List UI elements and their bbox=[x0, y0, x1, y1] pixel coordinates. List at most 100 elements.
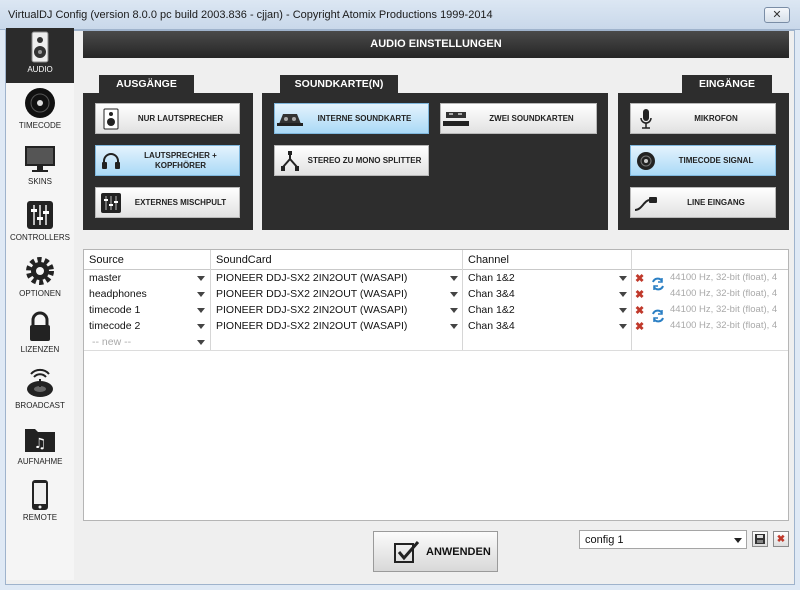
channel-cell[interactable]: Chan 3&4 bbox=[468, 320, 608, 334]
sidebar-item-lizenzen[interactable]: LIZENZEN bbox=[6, 308, 74, 363]
cable-icon bbox=[631, 188, 661, 217]
sidebar-item-timecode[interactable]: TIMECODE bbox=[6, 84, 74, 139]
format-info: 44100 Hz, 32-bit (float), 4 bbox=[670, 320, 778, 331]
source-dropdown-arrow[interactable] bbox=[197, 292, 205, 297]
window-titlebar: VirtualDJ Config (version 8.0.0 pc build… bbox=[0, 0, 800, 30]
soundcard-dropdown-arrow[interactable] bbox=[450, 292, 458, 297]
channel-cell[interactable]: Chan 1&2 bbox=[468, 304, 608, 318]
inputs-panel: MIKROFON TIMECODE SIGNAL LINE EINGANG bbox=[618, 93, 789, 230]
sidebar-item-broadcast[interactable]: BROADCAST bbox=[6, 364, 74, 419]
close-icon: ✖ bbox=[776, 533, 786, 545]
two-cards-icon bbox=[441, 104, 471, 133]
splitter-cable-icon bbox=[275, 146, 305, 175]
sidebar-item-skins[interactable]: SKINS bbox=[6, 140, 74, 195]
line-eingang-button[interactable]: LINE EINGANG bbox=[630, 187, 776, 218]
monitor-icon bbox=[25, 146, 55, 172]
channel-dropdown-arrow[interactable] bbox=[619, 308, 627, 313]
soundcard-dropdown-arrow[interactable] bbox=[450, 308, 458, 313]
lock-icon bbox=[30, 311, 50, 341]
sidebar-item-label: AUFNAHME bbox=[17, 457, 63, 466]
delete-icon[interactable]: ✖ bbox=[635, 304, 644, 317]
channel-dropdown-arrow[interactable] bbox=[619, 276, 627, 281]
outputs-panel: NUR LAUTSPRECHER LAUTSPRECHER + KOPFHÖRE… bbox=[83, 93, 253, 230]
delete-config-button[interactable]: ✖ bbox=[773, 531, 789, 547]
sidebar-item-label: LIZENZEN bbox=[20, 345, 60, 354]
button-label: TIMECODE SIGNAL bbox=[678, 155, 754, 165]
sidebar-item-label: AUDIO bbox=[27, 65, 53, 74]
channel-dropdown-arrow[interactable] bbox=[619, 292, 627, 297]
sidebar-item-label: CONTROLLERS bbox=[9, 233, 70, 242]
source-dropdown-arrow[interactable] bbox=[197, 324, 205, 329]
channel-cell[interactable]: Chan 3&4 bbox=[468, 288, 608, 302]
channel-cell[interactable]: Chan 1&2 bbox=[468, 272, 608, 286]
format-info: 44100 Hz, 32-bit (float), 4 bbox=[670, 272, 778, 283]
lautsprecher-kopfhoerer-button[interactable]: LAUTSPRECHER + KOPFHÖRER bbox=[95, 145, 240, 176]
nur-lautsprecher-button[interactable]: NUR LAUTSPRECHER bbox=[95, 103, 240, 134]
timecode-signal-button[interactable]: TIMECODE SIGNAL bbox=[630, 145, 776, 176]
sliders-icon bbox=[27, 201, 53, 229]
sidebar-item-label: OPTIONEN bbox=[19, 289, 61, 298]
soundcard-dropdown-arrow[interactable] bbox=[450, 276, 458, 281]
sidebar-item-label: TIMECODE bbox=[18, 121, 62, 130]
record-folder-icon: ♫ bbox=[25, 429, 55, 452]
new-source-cell[interactable]: -- new -- bbox=[92, 336, 192, 350]
apply-button[interactable]: ANWENDEN bbox=[373, 531, 498, 572]
sidebar-item-aufnahme[interactable]: ♫ AUFNAHME bbox=[6, 420, 74, 475]
channel-dropdown-arrow[interactable] bbox=[619, 324, 627, 329]
source-cell[interactable]: timecode 2 bbox=[89, 320, 199, 334]
button-label: STEREO ZU MONO SPLITTER bbox=[307, 155, 422, 165]
sidebar-item-optionen[interactable]: OPTIONEN bbox=[6, 252, 74, 307]
button-label: ZWEI SOUNDKARTEN bbox=[489, 113, 574, 123]
button-label: INTERNE SOUNDKARTE bbox=[317, 113, 412, 123]
save-config-button[interactable] bbox=[752, 531, 768, 547]
soundcard-dropdown-arrow[interactable] bbox=[450, 324, 458, 329]
chevron-down-icon bbox=[734, 538, 742, 543]
soundcard-cell[interactable]: PIONEER DDJ-SX2 2IN2OUT (WASAPI) bbox=[216, 320, 444, 334]
tab-eingaenge: EINGÄNGE bbox=[682, 75, 772, 93]
delete-icon[interactable]: ✖ bbox=[635, 272, 644, 285]
vinyl-icon bbox=[25, 88, 55, 118]
mikrofon-button[interactable]: MIKROFON bbox=[630, 103, 776, 134]
gear-icon bbox=[26, 257, 54, 285]
sidebar-item-controllers[interactable]: CONTROLLERS bbox=[6, 196, 74, 251]
sidebar-item-remote[interactable]: REMOTE bbox=[6, 476, 74, 531]
soundcard-cell[interactable]: PIONEER DDJ-SX2 2IN2OUT (WASAPI) bbox=[216, 304, 444, 318]
sidebar-item-label: SKINS bbox=[27, 177, 52, 186]
new-source-dropdown-arrow[interactable] bbox=[197, 340, 205, 345]
mixer-icon bbox=[96, 188, 126, 217]
window-title: VirtualDJ Config (version 8.0.0 pc build… bbox=[8, 9, 493, 21]
sidebar-item-label: BROADCAST bbox=[15, 401, 65, 410]
source-cell[interactable]: master bbox=[89, 272, 199, 286]
link-pair-icon[interactable] bbox=[650, 276, 666, 292]
sidebar-item-audio[interactable]: AUDIO bbox=[6, 28, 74, 83]
source-cell[interactable]: timecode 1 bbox=[89, 304, 199, 318]
button-label: EXTERNES MISCHPULT bbox=[134, 197, 227, 207]
delete-icon[interactable]: ✖ bbox=[635, 320, 644, 333]
delete-icon[interactable]: ✖ bbox=[635, 288, 644, 301]
column-header-soundcard: SoundCard bbox=[216, 254, 272, 266]
zwei-soundkarten-button[interactable]: ZWEI SOUNDKARTEN bbox=[440, 103, 597, 134]
tab-ausgaenge: AUSGÄNGE bbox=[99, 75, 194, 93]
link-pair-icon[interactable] bbox=[650, 308, 666, 324]
table-row: timecode 1 PIONEER DDJ-SX2 2IN2OUT (WASA… bbox=[84, 303, 788, 319]
headphones-icon bbox=[96, 146, 126, 175]
format-info: 44100 Hz, 32-bit (float), 4 bbox=[670, 304, 778, 315]
table-row-new: -- new -- bbox=[84, 335, 788, 351]
stereo-zu-mono-splitter-button[interactable]: STEREO ZU MONO SPLITTER bbox=[274, 145, 429, 176]
source-dropdown-arrow[interactable] bbox=[197, 276, 205, 281]
speaker-icon bbox=[96, 104, 126, 133]
microphone-icon bbox=[631, 104, 661, 133]
broadcast-icon bbox=[27, 368, 53, 397]
save-icon bbox=[755, 534, 765, 544]
soundcard-cell[interactable]: PIONEER DDJ-SX2 2IN2OUT (WASAPI) bbox=[216, 272, 444, 286]
window-close-button[interactable]: ✕ bbox=[764, 7, 790, 23]
config-select[interactable]: config 1 bbox=[579, 530, 747, 549]
phone-icon bbox=[32, 480, 48, 510]
source-cell[interactable]: headphones bbox=[89, 288, 199, 302]
source-dropdown-arrow[interactable] bbox=[197, 308, 205, 313]
button-label: NUR LAUTSPRECHER bbox=[137, 113, 224, 123]
externes-mischpult-button[interactable]: EXTERNES MISCHPULT bbox=[95, 187, 240, 218]
soundcard-cell[interactable]: PIONEER DDJ-SX2 2IN2OUT (WASAPI) bbox=[216, 288, 444, 302]
interne-soundkarte-button[interactable]: INTERNE SOUNDKARTE bbox=[274, 103, 429, 134]
table-row: master PIONEER DDJ-SX2 2IN2OUT (WASAPI) … bbox=[84, 271, 788, 287]
